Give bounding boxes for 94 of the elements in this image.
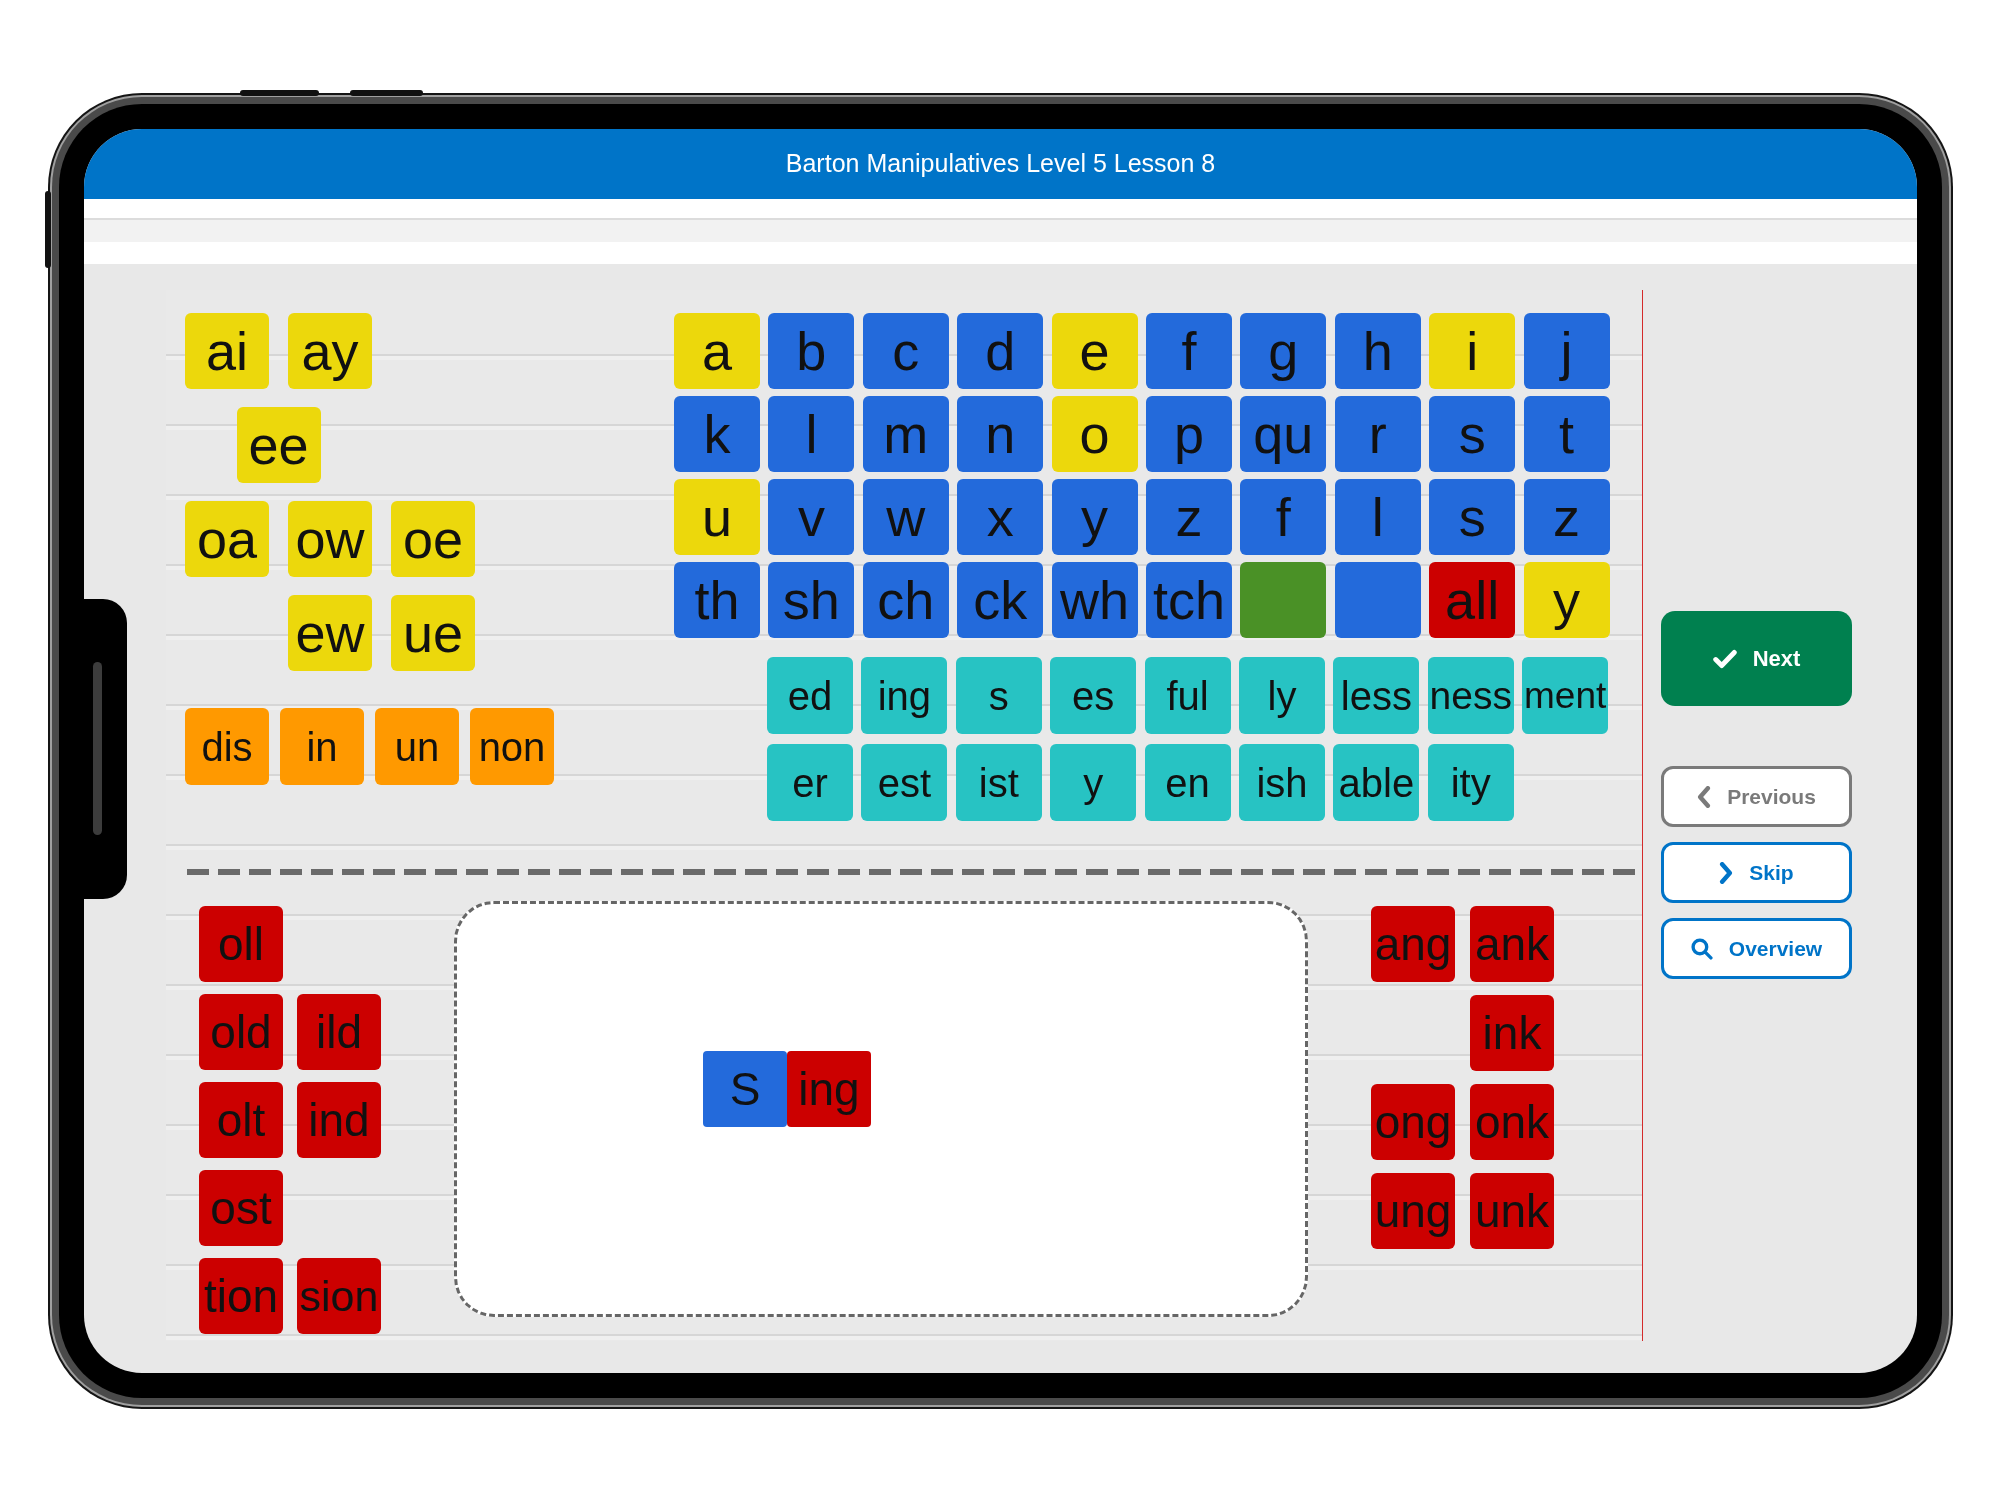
letter-tile[interactable]: est [861, 744, 948, 821]
letter-tile[interactable]: ong [1371, 1084, 1455, 1160]
letter-tile[interactable]: v [768, 479, 855, 555]
letter-tile[interactable]: ind [297, 1082, 381, 1158]
letter-tile[interactable]: l [768, 396, 855, 472]
letter-tile[interactable]: j [1523, 313, 1610, 389]
letter-tile[interactable]: f [1145, 313, 1232, 389]
letter-tile[interactable]: y [1050, 744, 1137, 821]
blank-tile[interactable] [1240, 562, 1327, 638]
letter-tile[interactable]: n [957, 396, 1044, 472]
letter-tile[interactable]: all [1429, 562, 1516, 638]
chevron-left-icon [1697, 785, 1712, 808]
letter-tile[interactable]: ow [288, 501, 372, 577]
letter-tile[interactable]: ew [288, 595, 372, 671]
letter-tile[interactable]: h [1334, 313, 1421, 389]
overview-button[interactable]: Overview [1661, 918, 1852, 979]
letter-tile[interactable]: able [1333, 744, 1420, 821]
app-title: Barton Manipulatives Level 5 Lesson 8 [785, 148, 1216, 180]
letter-tile[interactable]: onk [1470, 1084, 1554, 1160]
next-button[interactable]: Next [1661, 611, 1852, 706]
letter-tile[interactable]: ild [297, 994, 381, 1070]
skip-button[interactable]: Skip [1661, 842, 1852, 903]
letter-tile[interactable]: ly [1238, 657, 1325, 734]
letter-tile[interactable]: qu [1240, 396, 1327, 472]
letter-tile[interactable]: ity [1427, 744, 1514, 821]
letter-tile[interactable]: less [1333, 657, 1420, 734]
letter-tile[interactable]: ink [1470, 995, 1554, 1071]
letter-tile[interactable]: ing [861, 657, 948, 734]
letter-tile[interactable]: b [768, 313, 855, 389]
letter-tile[interactable]: ch [862, 562, 949, 638]
letter-tile[interactable]: ck [957, 562, 1044, 638]
letter-tile[interactable]: o [1051, 396, 1138, 472]
letter-tile[interactable]: th [674, 562, 760, 638]
letter-tile[interactable]: w [862, 479, 949, 555]
letter-tile[interactable]: g [1240, 313, 1327, 389]
letter-tile[interactable]: z [1145, 479, 1232, 555]
letter-tile[interactable]: ness [1427, 657, 1514, 734]
letter-tile[interactable]: sh [768, 562, 855, 638]
search-icon [1690, 937, 1713, 960]
letter-tile[interactable]: ing [787, 1051, 871, 1127]
letter-tile[interactable]: tion [199, 1258, 283, 1334]
letter-tile[interactable]: olt [199, 1082, 283, 1158]
letter-tile[interactable]: e [1051, 313, 1138, 389]
letter-tile[interactable]: ee [236, 407, 321, 483]
blank-tile[interactable] [1334, 562, 1421, 638]
letter-tile[interactable]: old [199, 994, 283, 1070]
letter-tile[interactable]: ful [1144, 657, 1231, 734]
letter-tile[interactable]: c [862, 313, 949, 389]
letter-tile[interactable]: t [1523, 396, 1610, 472]
letter-tile[interactable]: r [1334, 396, 1421, 472]
letter-tile[interactable]: x [957, 479, 1044, 555]
letter-tile[interactable]: u [674, 479, 760, 555]
letter-tile[interactable]: m [862, 396, 949, 472]
letter-tile[interactable]: un [375, 708, 459, 785]
letter-tile[interactable]: z [1523, 479, 1610, 555]
letter-tile[interactable]: es [1050, 657, 1137, 734]
letter-tile[interactable]: ang [1371, 906, 1455, 982]
letter-tile[interactable]: k [674, 396, 760, 472]
letter-tile[interactable]: en [1144, 744, 1231, 821]
letter-tile[interactable]: ment [1522, 657, 1609, 734]
letter-tile[interactable]: p [1145, 396, 1232, 472]
letter-tile[interactable]: er [767, 744, 853, 821]
letter-tile[interactable]: tch [1145, 562, 1232, 638]
letter-tile[interactable]: ay [288, 313, 372, 389]
letter-tile[interactable]: in [280, 708, 364, 785]
letter-tile[interactable]: ish [1238, 744, 1325, 821]
letter-tile[interactable]: ist [955, 744, 1042, 821]
letter-tile[interactable]: ed [767, 657, 853, 734]
letter-tile[interactable]: l [1334, 479, 1421, 555]
letter-tile[interactable]: s [1429, 479, 1516, 555]
letter-tile[interactable]: a [674, 313, 760, 389]
letter-tile[interactable]: ue [391, 595, 475, 671]
letter-tile[interactable]: y [1051, 479, 1138, 555]
letter-tile[interactable]: i [1429, 313, 1516, 389]
chevron-right-icon [1719, 861, 1734, 884]
letter-tile[interactable]: oll [199, 906, 283, 982]
check-icon [1712, 648, 1737, 669]
letter-tile[interactable]: s [1429, 396, 1516, 472]
letter-tile[interactable]: d [957, 313, 1044, 389]
letter-tile[interactable]: wh [1051, 562, 1138, 638]
letter-tile[interactable]: dis [185, 708, 269, 785]
letter-tile[interactable]: f [1240, 479, 1327, 555]
letter-tile[interactable]: non [470, 708, 554, 785]
letter-tile[interactable]: ank [1470, 906, 1554, 982]
letter-tile[interactable]: ai [185, 313, 269, 389]
letter-tile[interactable]: y [1523, 562, 1610, 638]
letter-tile[interactable]: unk [1470, 1173, 1554, 1249]
letter-tile[interactable]: oa [185, 501, 269, 577]
letter-tile[interactable]: ung [1371, 1173, 1455, 1249]
letter-tile[interactable]: oe [391, 501, 475, 577]
letter-tile[interactable]: S [703, 1051, 787, 1127]
letter-tile[interactable]: s [955, 657, 1042, 734]
letter-tile[interactable]: ost [199, 1170, 283, 1246]
letter-tile[interactable]: sion [297, 1258, 381, 1334]
